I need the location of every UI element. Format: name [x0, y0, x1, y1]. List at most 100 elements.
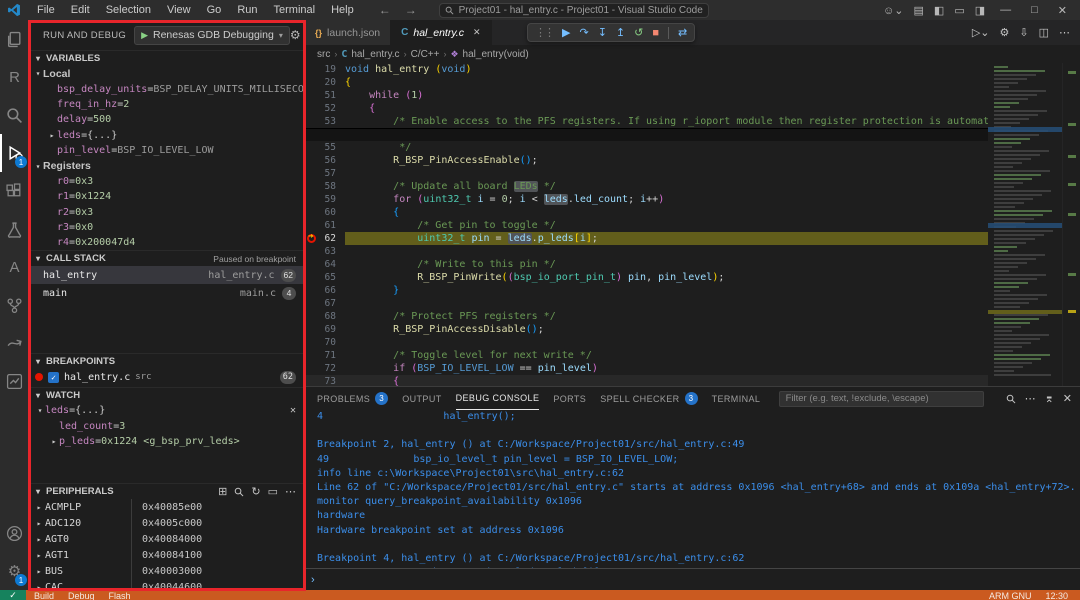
customize-layout-icon[interactable]: ▤ — [914, 4, 924, 17]
console-line[interactable]: Hardware breakpoint set at address 0x109… — [317, 524, 1080, 538]
nav-back-icon[interactable]: ← — [379, 3, 391, 17]
toolbar-grip-icon[interactable]: ⋮⋮ — [535, 26, 553, 39]
status-item[interactable]: Flash — [109, 591, 131, 600]
extensions-icon[interactable] — [0, 172, 29, 210]
variable-group-registers[interactable]: ▾Registers — [29, 158, 304, 173]
panel-more-icon[interactable]: ⋯ — [1025, 392, 1036, 405]
panel-tab-output[interactable]: OUTPUT — [402, 387, 441, 410]
console-line[interactable]: info line c:\Workspace\Project01\src\hal… — [317, 467, 1080, 481]
console-line[interactable]: Line 62 of "C:/Workspace/Project01/src/h… — [317, 481, 1080, 495]
run-and-debug-icon[interactable]: 1 — [0, 134, 29, 172]
console-line[interactable]: Breakpoint 4, hal_entry () at C:/Workspa… — [317, 552, 1080, 566]
console-line[interactable]: monitor query_breakpoint_availability 0x… — [317, 495, 1080, 509]
code-line[interactable]: 51 while (1) — [305, 89, 988, 102]
panel-tab-spell-checker[interactable]: SPELL CHECKER3 — [600, 387, 697, 410]
console-line[interactable] — [317, 538, 1080, 552]
tab-launch-json[interactable]: {}launch.json — [305, 20, 391, 45]
remove-watch-icon[interactable]: ✕ — [290, 405, 296, 416]
code-line[interactable]: 64 /* Write to this pin */ — [305, 258, 988, 271]
code-line[interactable]: 69 R_BSP_PinAccessDisable(); — [305, 323, 988, 336]
console-line[interactable] — [317, 424, 1080, 438]
watch-header[interactable]: ▾WATCH — [29, 387, 304, 403]
search-icon[interactable] — [0, 96, 29, 134]
tab-close-icon[interactable]: ✕ — [473, 27, 481, 38]
status-item[interactable]: 12:30 — [1045, 591, 1068, 600]
start-debug-icon[interactable]: ▶ — [141, 30, 148, 41]
status-item[interactable]: Build — [34, 591, 54, 600]
status-item[interactable]: ARM GNU — [989, 591, 1032, 600]
menu-item-help[interactable]: Help — [324, 3, 361, 17]
peripheral-row[interactable]: ▸AGT10x40084100 — [29, 547, 304, 563]
variable-row[interactable]: r0 = 0x3 — [29, 174, 304, 189]
code-line[interactable]: 67 — [305, 297, 988, 310]
code-line[interactable]: 58 /* Update all board LEDs */ — [305, 180, 988, 193]
account-icon[interactable] — [0, 514, 29, 552]
split-editor-icon[interactable]: ◫ — [1039, 26, 1049, 39]
peripheral-row[interactable]: ▸ACMPLP0x40085e00 — [29, 499, 304, 515]
variable-row[interactable]: ▸leds = {...} — [29, 128, 304, 143]
step-into-button[interactable]: ↧ — [598, 26, 607, 39]
command-center[interactable]: Project01 - hal_entry.c - Project01 - Vi… — [439, 3, 709, 18]
minimize-button[interactable]: — — [995, 4, 1016, 16]
code-line[interactable]: 63 — [305, 245, 988, 258]
toggle-sidebar-icon[interactable]: ◧ — [934, 4, 944, 17]
watch-row[interactable]: led_count = 3 — [29, 418, 304, 433]
step-out-button[interactable]: ↥ — [616, 26, 625, 39]
variable-row[interactable]: r1 = 0x1224 — [29, 189, 304, 204]
console-line[interactable]: 4 hal_entry(); — [317, 410, 1080, 424]
explorer-icon[interactable] — [0, 20, 29, 58]
code-line[interactable]: 19void hal_entry (void) — [305, 63, 988, 76]
variable-group-local[interactable]: ▾Local — [29, 66, 304, 81]
launch-config-dropdown[interactable]: ▶ Renesas GDB Debugging ▾ — [134, 26, 290, 45]
code-line[interactable]: 60 { — [305, 206, 988, 219]
variables-header[interactable]: ▾VARIABLES — [29, 50, 304, 66]
search-peripherals-icon[interactable] — [234, 487, 244, 497]
continue-button[interactable]: ▶ — [562, 26, 570, 39]
peripheral-row[interactable]: ▸BUS0x40003000 — [29, 563, 304, 579]
code-line[interactable]: 20{ — [305, 76, 988, 89]
variable-row[interactable]: delay = 500 — [29, 112, 304, 127]
panel-tab-problems[interactable]: PROBLEMS3 — [317, 387, 388, 410]
editor-settings-icon[interactable]: ⚙ — [1000, 26, 1010, 39]
code-line[interactable]: 52 { — [305, 102, 988, 115]
code-line[interactable]: 55 */ — [305, 141, 988, 154]
refresh-icon[interactable]: ↻ — [251, 485, 260, 498]
breakpoints-header[interactable]: ▾BREAKPOINTS — [29, 353, 304, 369]
breakpoint-checkbox[interactable]: ✓ — [48, 372, 59, 383]
panel-tab-ports[interactable]: PORTS — [553, 387, 586, 410]
loop-mode-icon[interactable]: ⇄ — [678, 26, 687, 39]
code-line[interactable]: 65 R_BSP_PinWrite((bsp_io_port_pin_t) pi… — [305, 271, 988, 284]
code-line[interactable]: 56 R_BSP_PinAccessEnable(); — [305, 154, 988, 167]
status-item[interactable]: Debug — [68, 591, 95, 600]
smart-configurator-icon[interactable] — [0, 324, 29, 362]
stop-button[interactable]: ■ — [652, 27, 659, 39]
menu-item-terminal[interactable]: Terminal — [267, 3, 323, 17]
code-line[interactable]: 66 } — [305, 284, 988, 297]
debug-console-output[interactable]: 4 hal_entry(); Breakpoint 2, hal_entry (… — [305, 410, 1080, 568]
call-stack-frame[interactable]: mainmain.c4 — [29, 284, 304, 302]
panel-maximize-icon[interactable]: ⌆ — [1045, 392, 1054, 405]
export-icon[interactable]: ⊞ — [218, 485, 227, 498]
console-search-icon[interactable] — [1006, 394, 1016, 404]
performance-chart-icon[interactable] — [0, 362, 29, 400]
minimap[interactable] — [988, 63, 1062, 386]
editor-more-icon[interactable]: ⋯ — [1059, 26, 1070, 39]
code-line[interactable]: 54 — [305, 128, 988, 141]
code-line[interactable]: 73 { — [305, 375, 988, 386]
tab-hal_entry-c[interactable]: Chal_entry.c✕ — [391, 20, 491, 45]
code-line[interactable]: 72 if (BSP_IO_LEVEL_LOW == pin_level) — [305, 362, 988, 375]
console-line[interactable]: Breakpoint 2, hal_entry () at C:/Workspa… — [317, 438, 1080, 452]
menu-item-edit[interactable]: Edit — [64, 3, 97, 17]
variable-row[interactable]: r4 = 0x200047d4 — [29, 235, 304, 250]
code-line[interactable]: 71 /* Toggle level for next write */ — [305, 349, 988, 362]
renesas-view-icon[interactable]: R — [0, 58, 29, 96]
code-line[interactable]: 70 — [305, 336, 988, 349]
code-line[interactable]: 53 /* Enable access to the PFS registers… — [305, 115, 988, 128]
panel-icon[interactable]: ▭ — [268, 485, 278, 498]
spell-checker-icon[interactable]: A — [0, 248, 29, 286]
panel-tab-debug-console[interactable]: DEBUG CONSOLE — [456, 387, 540, 410]
restart-button[interactable]: ↺ — [634, 26, 643, 39]
run-or-debug-button[interactable]: ▷⌄ — [972, 26, 990, 39]
variable-row[interactable]: bsp_delay_units = BSP_DELAY_UNITS_MILLIS… — [29, 81, 304, 96]
copilot-icon[interactable]: ☺⌄ — [883, 4, 903, 17]
